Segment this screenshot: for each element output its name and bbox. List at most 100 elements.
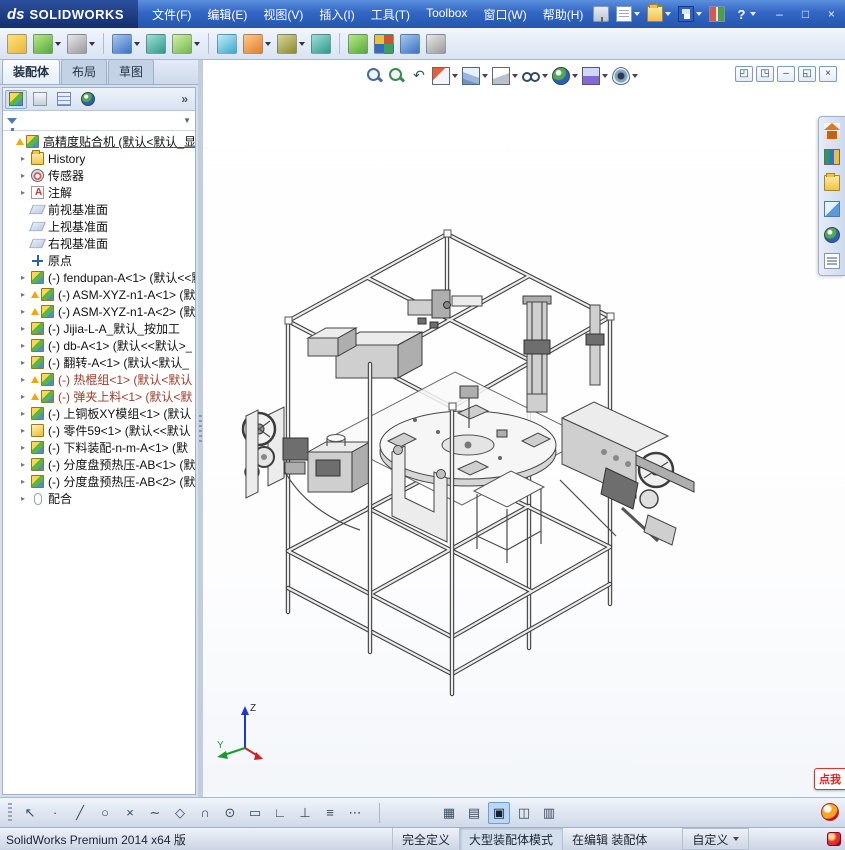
tree-item[interactable]: (-) db-A<1> (默认<<默认>_ xyxy=(3,337,195,354)
tab-sketch[interactable]: 草图 xyxy=(108,59,155,84)
graphics-area[interactable]: ◰◳–◱× xyxy=(203,60,845,797)
tree-item[interactable]: 原点 xyxy=(3,252,195,269)
expand-arrow-icon[interactable] xyxy=(21,273,31,283)
toolbar-button[interactable] xyxy=(372,32,396,56)
panel-tab[interactable] xyxy=(29,90,51,109)
tree-item[interactable]: (-) Jijia-L-A_默认_按加工 xyxy=(3,320,195,337)
expand-arrow-icon[interactable] xyxy=(21,477,31,487)
toolbar-button[interactable] xyxy=(424,32,448,56)
sketch-toolbar-button[interactable]: ≡ xyxy=(319,802,341,824)
quick-access-button[interactable] xyxy=(730,5,758,23)
toolbar-button[interactable] xyxy=(208,33,209,54)
sketch-toolbar-button[interactable]: × xyxy=(119,802,141,824)
menu-help[interactable]: 帮助(H) xyxy=(535,2,592,27)
tree-item[interactable]: (-) 零件59<1> (默认<<默认 xyxy=(3,422,195,439)
taskpane-tab[interactable] xyxy=(821,224,844,246)
sketch-toolbar-button[interactable]: ▭ xyxy=(244,802,266,824)
status-editing-assembly[interactable]: 在编辑 装配体 xyxy=(562,828,656,850)
toolbar-button[interactable] xyxy=(103,33,104,54)
filter-funnel-icon[interactable] xyxy=(7,117,17,133)
status-fully-defined[interactable]: 完全定义 xyxy=(392,828,459,850)
expand-arrow-icon[interactable] xyxy=(21,443,31,453)
tree-item[interactable]: (-) ASM-XYZ-n1-A<2> (默 xyxy=(3,303,195,320)
customer-service-icon[interactable] xyxy=(821,803,839,821)
tree-item[interactable]: (-) 下料装配-n-m-A<1> (默 xyxy=(3,439,195,456)
toolbar-button[interactable] xyxy=(170,32,202,56)
expand-arrow-icon[interactable] xyxy=(21,324,31,334)
expand-arrow-icon[interactable] xyxy=(21,290,31,300)
toolbar-button[interactable] xyxy=(31,32,63,56)
view-toolbar-button[interactable] xyxy=(461,66,489,86)
sketch-toolbar-button[interactable]: ╱ xyxy=(69,802,91,824)
tile-doc-icon[interactable]: ◳ xyxy=(756,66,774,82)
panel-overflow-chevron[interactable]: » xyxy=(181,92,193,106)
menu-insert[interactable]: 插入(I) xyxy=(311,2,362,27)
minimize-doc-icon[interactable]: – xyxy=(777,66,795,82)
tree-item[interactable]: 配合 xyxy=(3,490,195,507)
quick-access-button[interactable] xyxy=(614,5,642,23)
view-toolbar-button[interactable] xyxy=(409,66,429,86)
tree-item[interactable]: 高精度贴合机 (默认<默认_显 xyxy=(3,133,195,150)
tree-item[interactable]: 上视基准面 xyxy=(3,218,195,235)
expand-arrow-icon[interactable] xyxy=(21,358,31,368)
tree-item[interactable]: (-) 分度盘预热压-AB<2> (默 xyxy=(3,473,195,490)
view-toolbar-button[interactable] xyxy=(611,66,639,86)
expand-arrow-icon[interactable] xyxy=(21,494,31,504)
menu-edit[interactable]: 编辑(E) xyxy=(199,2,255,27)
view-toolbar-button[interactable] xyxy=(387,66,407,86)
sketch-toolbar-button[interactable]: ∙ xyxy=(44,802,66,824)
view-toolbar-button[interactable] xyxy=(521,66,549,86)
toolbar-button[interactable] xyxy=(398,32,422,56)
menu-file[interactable]: 文件(F) xyxy=(144,2,199,27)
tree-item[interactable]: (-) ASM-XYZ-n1-A<1> (默 xyxy=(3,286,195,303)
expand-arrow-icon[interactable] xyxy=(21,409,31,419)
taskpane-tab[interactable] xyxy=(821,146,844,168)
expand-arrow-icon[interactable] xyxy=(21,171,31,181)
tree-item[interactable]: (-) 弹夹上料<1> (默认<默 xyxy=(3,388,195,405)
quick-access-button[interactable] xyxy=(676,5,704,23)
expand-arrow-icon[interactable] xyxy=(21,392,31,402)
sketch-toolbar-button[interactable]: ⊙ xyxy=(219,802,241,824)
view-toolbar-button[interactable] xyxy=(581,66,609,86)
tree-item[interactable]: History xyxy=(3,150,195,167)
sketch-toolbar-button[interactable]: ◇ xyxy=(169,802,191,824)
tree-item[interactable]: 前视基准面 xyxy=(3,201,195,218)
quick-access-button[interactable] xyxy=(591,5,611,23)
toolbar-button[interactable] xyxy=(5,32,29,56)
tree-item[interactable]: (-) 分度盘预热压-AB<1> (默 xyxy=(3,456,195,473)
menu-tools[interactable]: 工具(T) xyxy=(363,2,418,27)
toolbar-button[interactable] xyxy=(346,32,370,56)
tab-assembly[interactable]: 装配体 xyxy=(2,59,61,84)
cascade-doc-icon[interactable]: ◰ xyxy=(735,66,753,82)
taskpane-tab[interactable] xyxy=(821,120,844,142)
sketch-toolbar-button[interactable]: ∩ xyxy=(194,802,216,824)
toolbar-button[interactable] xyxy=(65,32,97,56)
taskpane-tab[interactable] xyxy=(821,198,844,220)
tree-item[interactable]: 右视基准面 xyxy=(3,235,195,252)
expand-arrow-icon[interactable] xyxy=(21,188,31,198)
filter-dropdown-icon[interactable]: ▼ xyxy=(183,116,191,125)
sketch-toolbar-button[interactable]: ◫ xyxy=(513,802,535,824)
sketch-toolbar-button[interactable] xyxy=(379,802,380,823)
feature-filter-input[interactable] xyxy=(21,113,180,128)
tree-item[interactable]: (-) fendupan-A<1> (默认<<默 xyxy=(3,269,195,286)
tree-item[interactable]: (-) 翻转-A<1> (默认<默认_ xyxy=(3,354,195,371)
sketch-toolbar-button[interactable]: ▤ xyxy=(463,802,485,824)
sketch-toolbar-button[interactable]: ⋯ xyxy=(344,802,366,824)
view-toolbar-button[interactable] xyxy=(365,66,385,86)
tree-item[interactable]: 传感器 xyxy=(3,167,195,184)
close-doc-icon[interactable]: × xyxy=(819,66,837,82)
expand-arrow-icon[interactable] xyxy=(21,341,31,351)
tab-layout[interactable]: 布局 xyxy=(61,59,108,84)
toolbar-grip[interactable] xyxy=(8,802,12,823)
toolbar-button[interactable] xyxy=(215,32,239,56)
menu-window[interactable]: 窗口(W) xyxy=(475,2,534,27)
panel-tab[interactable] xyxy=(77,90,99,109)
taskpane-tab[interactable] xyxy=(821,250,844,272)
sketch-toolbar-button[interactable]: ▦ xyxy=(438,802,460,824)
expand-arrow-icon[interactable] xyxy=(21,460,31,470)
restore-doc-icon[interactable]: ◱ xyxy=(798,66,816,82)
toolbar-button[interactable] xyxy=(144,32,168,56)
quick-access-button[interactable] xyxy=(645,4,673,23)
toolbar-button[interactable] xyxy=(241,32,273,56)
